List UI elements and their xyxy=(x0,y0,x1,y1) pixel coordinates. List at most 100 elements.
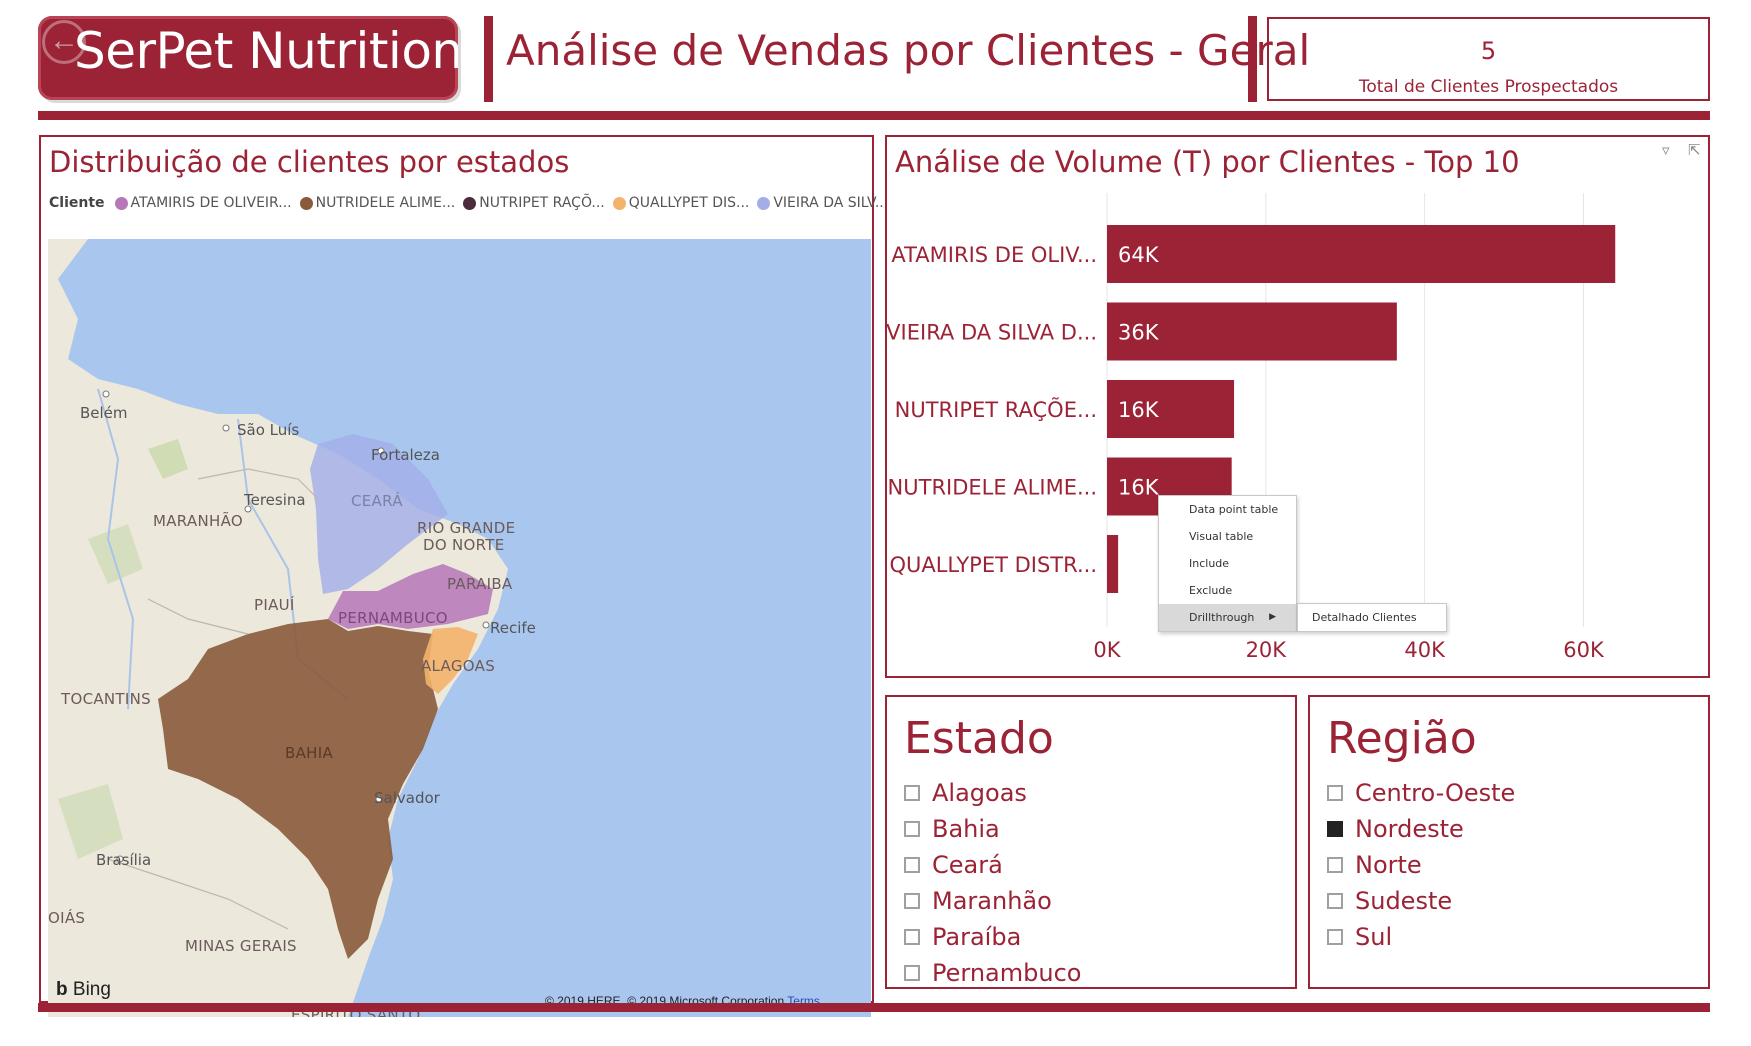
checkbox[interactable] xyxy=(904,785,920,801)
city-marker xyxy=(102,390,110,398)
menu-item-exclude[interactable]: Exclude xyxy=(1159,577,1296,604)
legend-item[interactable]: QUALLYPET DIS... xyxy=(612,195,750,211)
city-label: Recife xyxy=(490,619,536,637)
bar[interactable] xyxy=(1107,535,1119,593)
legend-label: QUALLYPET DIS... xyxy=(628,195,750,211)
slicer-option[interactable]: Bahia xyxy=(904,811,1081,847)
menu-item-drillthrough[interactable]: Drillthrough ▶ xyxy=(1159,604,1296,631)
slicer-option-label: Maranhão xyxy=(932,887,1052,915)
slicer-option[interactable]: Pernambuco xyxy=(904,955,1081,991)
legend-item[interactable]: VIEIRA DA SILV... xyxy=(757,195,888,211)
slicer-option[interactable]: Sul xyxy=(1327,919,1515,955)
map-panel-title: Distribuição de clientes por estados xyxy=(49,145,570,179)
legend-label: NUTRIPET RAÇÕ... xyxy=(479,195,605,211)
slicer-option[interactable]: Nordeste xyxy=(1327,811,1515,847)
map-canvas[interactable]: Belém São Luís Fortaleza Teresina Recife… xyxy=(48,239,871,1017)
state-label: PERNAMBUCO xyxy=(338,609,448,627)
kpi-divider xyxy=(1248,16,1257,102)
kpi-card[interactable]: 5 Total de Clientes Prospectados xyxy=(1267,17,1710,101)
slicer-option[interactable]: Paraíba xyxy=(904,919,1081,955)
legend-item[interactable]: ATAMIRIS DE OLIVEIR... xyxy=(114,195,292,211)
city-label: São Luís xyxy=(237,421,300,439)
slicer-option[interactable]: Sudeste xyxy=(1327,883,1515,919)
menu-item-data-point-table[interactable]: Data point table xyxy=(1159,496,1296,523)
state-label: ALAGOAS xyxy=(421,657,496,675)
checkbox[interactable] xyxy=(904,821,920,837)
context-menu: Data point table Visual table Include Ex… xyxy=(1158,495,1297,632)
state-label: RIO GRANDE xyxy=(417,519,516,537)
header-rule xyxy=(38,111,1710,120)
estado-slicer-title: Estado xyxy=(904,713,1054,764)
slicer-option[interactable]: Maranhão xyxy=(904,883,1081,919)
drillthrough-label: Drillthrough xyxy=(1189,611,1255,624)
legend-dot xyxy=(463,196,477,210)
legend-item[interactable]: NUTRIDELE ALIME... xyxy=(299,195,456,211)
menu-item-include[interactable]: Include xyxy=(1159,550,1296,577)
state-label: MARANHÃO xyxy=(153,512,243,530)
city-label: Salvador xyxy=(374,789,440,807)
legend-label: VIEIRA DA SILV... xyxy=(773,195,889,211)
footer-rule xyxy=(38,1003,1710,1012)
regiao-slicer-list: Centro-Oeste Nordeste Norte Sudeste Sul xyxy=(1327,775,1515,955)
slicer-option[interactable]: Norte xyxy=(1327,847,1515,883)
regiao-slicer-title: Região xyxy=(1327,713,1477,764)
state-label: CEARÁ xyxy=(351,492,403,510)
data-label: 64K xyxy=(1118,243,1160,267)
map-legend: Cliente ATAMIRIS DE OLIVEIR... NUTRIDELE… xyxy=(49,195,896,211)
slicer-option-label: Sudeste xyxy=(1355,887,1453,915)
legend-label: ATAMIRIS DE OLIVEIR... xyxy=(130,195,292,211)
checkbox[interactable] xyxy=(1327,821,1343,837)
legend-dot xyxy=(612,196,626,210)
category-label: ATAMIRIS DE OLIV... xyxy=(891,243,1097,267)
x-tick-label: 40K xyxy=(1404,638,1446,662)
data-label: 16K xyxy=(1118,398,1160,422)
legend-dot xyxy=(114,196,128,210)
slicer-option[interactable]: Alagoas xyxy=(904,775,1081,811)
bar[interactable] xyxy=(1107,225,1616,283)
category-label: VIEIRA DA SILVA D... xyxy=(887,321,1097,345)
legend-dot xyxy=(757,196,771,210)
state-label: DO NORTE xyxy=(423,536,505,554)
state-label: PIAUÍ xyxy=(254,596,295,614)
checkbox[interactable] xyxy=(904,929,920,945)
city-marker xyxy=(222,424,230,432)
bing-icon: b xyxy=(56,979,68,1000)
menu-item-visual-table[interactable]: Visual table xyxy=(1159,523,1296,550)
city-label: Fortaleza xyxy=(371,446,440,464)
legend-item[interactable]: NUTRIPET RAÇÕ... xyxy=(463,195,605,211)
slicer-option[interactable]: Centro-Oeste xyxy=(1327,775,1515,811)
data-label: 16K xyxy=(1118,476,1160,500)
checkbox[interactable] xyxy=(1327,857,1343,873)
checkbox[interactable] xyxy=(1327,785,1343,801)
checkbox[interactable] xyxy=(1327,929,1343,945)
state-label: PARAIBA xyxy=(447,575,513,593)
estado-slicer: Estado Alagoas Bahia Ceará Maranhão Paraíba P… xyxy=(885,695,1297,989)
category-label: QUALLYPET DISTR... xyxy=(889,553,1097,577)
logo-text: SerPet Nutrition xyxy=(74,22,458,80)
slicer-option-label: Norte xyxy=(1355,851,1422,879)
bar-chart-panel[interactable]: Análise de Volume (T) por Clientes - Top… xyxy=(885,135,1710,678)
regiao-slicer: Região Centro-Oeste Nordeste Norte Sudeste S… xyxy=(1308,695,1710,989)
slicer-option[interactable]: Ceará xyxy=(904,847,1081,883)
slicer-option-label: Sul xyxy=(1355,923,1393,951)
x-tick-label: 0K xyxy=(1093,638,1121,662)
estado-slicer-list: Alagoas Bahia Ceará Maranhão Paraíba Pernambu… xyxy=(904,775,1081,991)
state-label: OIÁS xyxy=(48,909,86,927)
data-label: 36K xyxy=(1118,321,1160,345)
checkbox[interactable] xyxy=(1327,893,1343,909)
title-divider xyxy=(484,16,493,102)
legend-label: NUTRIDELE ALIME... xyxy=(315,195,456,211)
checkbox[interactable] xyxy=(904,965,920,981)
slicer-option-label: Alagoas xyxy=(932,779,1027,807)
x-tick-label: 20K xyxy=(1246,638,1288,662)
checkbox[interactable] xyxy=(904,893,920,909)
slicer-option-label: Bahia xyxy=(932,815,1000,843)
legend-title: Cliente xyxy=(49,195,105,211)
checkbox[interactable] xyxy=(904,857,920,873)
bing-logo[interactable]: b Bing xyxy=(56,979,111,1001)
slicer-option-label: Pernambuco xyxy=(932,959,1082,987)
city-label: Teresina xyxy=(244,491,306,509)
submenu-arrow-icon: ▶ xyxy=(1269,612,1276,622)
map-panel[interactable]: Distribuição de clientes por estados Cli… xyxy=(39,135,888,1017)
submenu-item-detalhado-clientes[interactable]: Detalhado Clientes xyxy=(1298,604,1446,631)
